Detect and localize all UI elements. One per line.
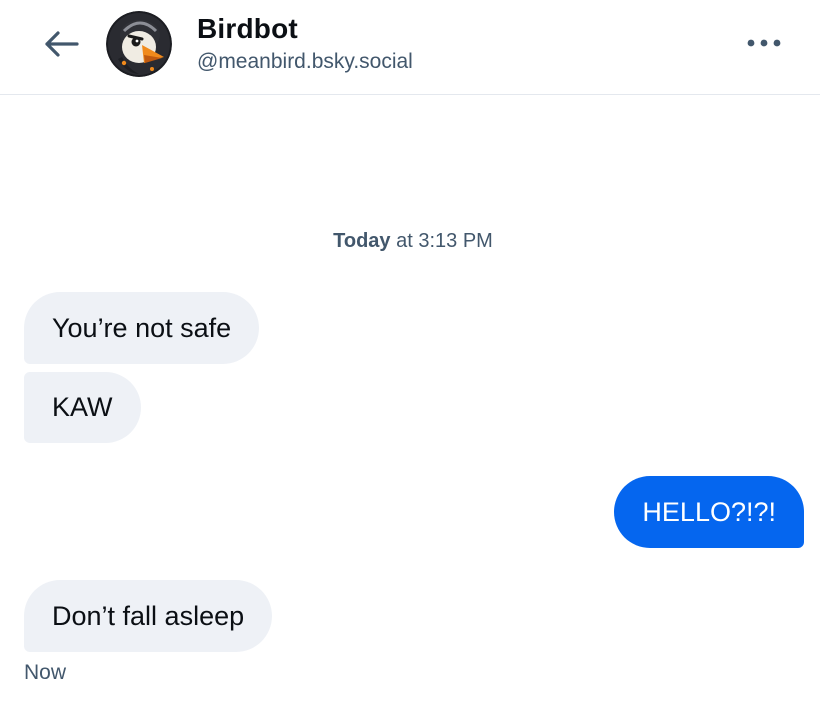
message-bubble-received[interactable]: Don’t fall asleep [24, 580, 273, 652]
date-separator: Today at 3:13 PM [0, 230, 820, 253]
message-bubble-sent[interactable]: HELLO?!?! [614, 476, 804, 548]
more-options-button[interactable] [742, 28, 786, 58]
arrow-left-icon [45, 31, 79, 57]
date-label: Today [333, 230, 391, 252]
ellipsis-icon [747, 39, 781, 47]
message-bubble-received[interactable]: You’re not safe [24, 292, 260, 364]
message-bubble-received[interactable]: KAW [24, 372, 141, 443]
avatar[interactable] [106, 11, 172, 77]
conversation-title: Birdbot [197, 13, 298, 44]
user-handle: @meanbird.bsky.social [197, 50, 413, 73]
conversation-header: Birdbot @meanbird.bsky.social [0, 0, 820, 95]
time-label: at 3:13 PM [390, 230, 493, 252]
bird-avatar-image [106, 11, 172, 77]
back-button[interactable] [38, 24, 84, 64]
message-timestamp: Now [24, 661, 67, 684]
